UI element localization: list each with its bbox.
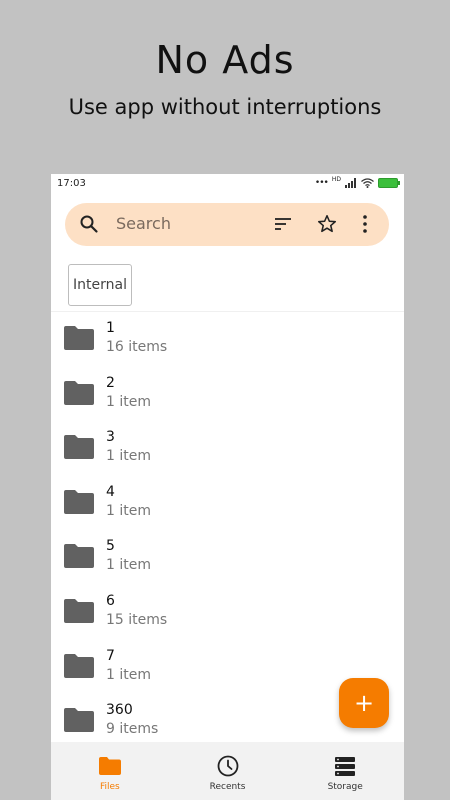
file-name: 2	[106, 374, 115, 391]
list-item[interactable]: 4 1 item	[51, 476, 404, 531]
file-name: 6	[106, 592, 115, 609]
bottom-nav: Files Recents Storage	[51, 742, 404, 800]
file-count: 16 items	[106, 339, 168, 355]
add-button[interactable]: +	[339, 678, 389, 728]
nav-label-recents: Recents	[209, 782, 246, 792]
file-name: 3	[106, 429, 115, 446]
folder-icon	[64, 653, 94, 678]
plus-icon: +	[353, 689, 375, 717]
file-name: 7	[106, 647, 115, 664]
folder-icon	[98, 757, 121, 775]
file-name: 360	[106, 702, 133, 719]
list-item[interactable]: 6 15 items	[51, 585, 404, 640]
promo-subtitle: Use app without interruptions	[68, 95, 382, 119]
file-count: 1 item	[106, 448, 151, 465]
dots-icon: •••	[314, 178, 329, 188]
storage-icon	[335, 757, 356, 776]
folder-icon	[64, 489, 94, 514]
folder-icon	[64, 708, 94, 733]
search-icon[interactable]	[79, 214, 99, 234]
folder-icon	[64, 598, 94, 623]
file-name: 4	[106, 483, 115, 500]
file-count: 1 item	[106, 393, 151, 410]
nav-label-storage: Storage	[327, 782, 363, 792]
folder-icon	[64, 380, 94, 405]
network-label: HD	[331, 175, 341, 183]
file-count: 1 item	[106, 666, 151, 683]
sort-icon[interactable]	[273, 214, 293, 234]
storage-chip-internal[interactable]: Internal	[68, 264, 132, 306]
search-bar[interactable]: Search	[65, 203, 389, 246]
list-item[interactable]: 2 1 item	[51, 367, 404, 422]
file-count: 1 item	[106, 502, 151, 519]
status-bar: 17:03 ••• HD	[51, 174, 404, 196]
file-name: 1	[106, 320, 115, 336]
nav-item-files[interactable]: Files	[51, 742, 169, 800]
more-vert-icon[interactable]	[357, 214, 373, 234]
battery-charging-icon	[378, 178, 400, 188]
status-icons: ••• HD	[314, 175, 400, 188]
file-count: 15 items	[106, 611, 168, 628]
file-count: 9 items	[106, 721, 159, 738]
file-count: 1 item	[106, 557, 151, 574]
status-time: 17:03	[57, 178, 86, 189]
list-item[interactable]: 3 1 item	[51, 421, 404, 476]
folder-icon	[64, 435, 94, 460]
file-name: 5	[106, 538, 115, 555]
signal-icon	[345, 178, 357, 188]
nav-item-storage[interactable]: Storage	[286, 742, 404, 800]
promo-title: No Ads	[155, 38, 295, 82]
search-input[interactable]: Search	[116, 214, 171, 233]
app-screenshot: 17:03 ••• HD Search Internal 1 16 items …	[51, 174, 404, 800]
folder-icon	[64, 544, 94, 569]
folder-icon	[64, 326, 94, 350]
wifi-icon	[361, 178, 374, 188]
list-item[interactable]: 1 16 items	[51, 312, 404, 367]
nav-item-recents[interactable]: Recents	[169, 742, 287, 800]
list-item[interactable]: 5 1 item	[51, 530, 404, 585]
star-icon[interactable]	[316, 213, 338, 235]
nav-label-files: Files	[99, 782, 120, 792]
clock-icon	[217, 755, 238, 777]
